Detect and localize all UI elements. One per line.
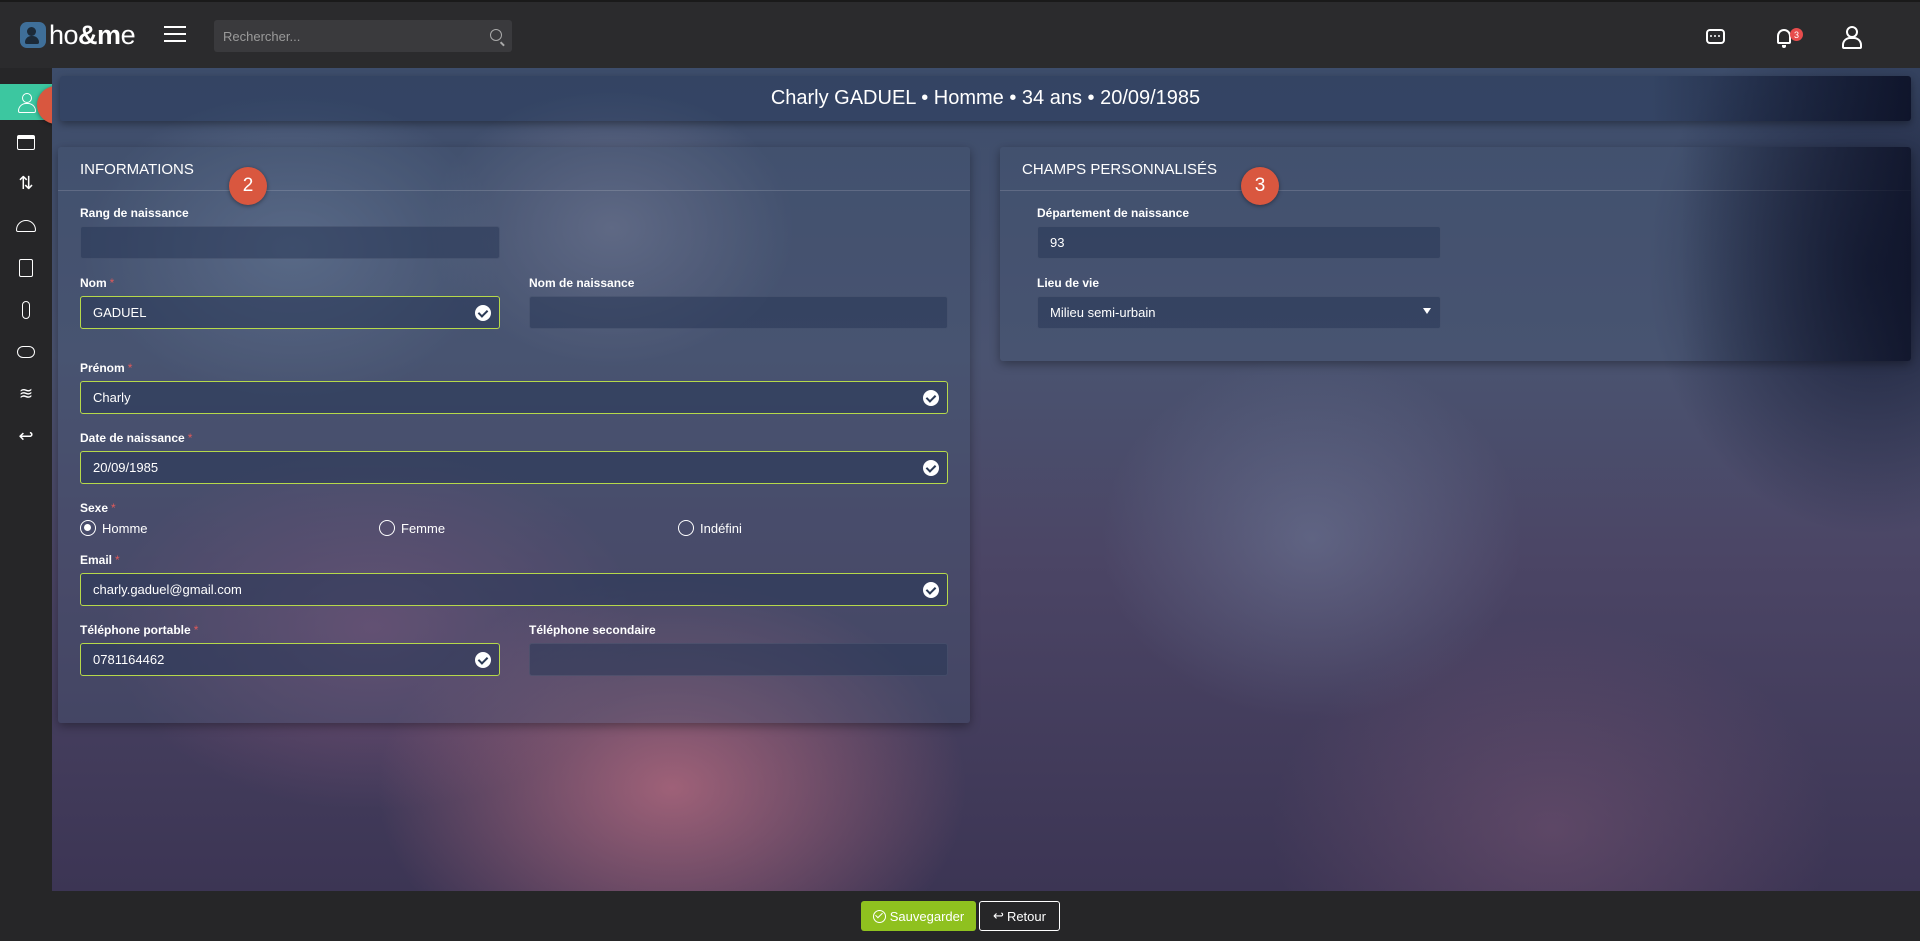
date-naissance-input[interactable]: 20/09/1985 [80,451,948,484]
step-marker-3: 3 [1241,167,1279,205]
sidebar-item-clipboard[interactable] [0,250,52,286]
lieu-label: Lieu de vie [1037,276,1100,290]
back-arrow-icon: ↩ [18,425,34,447]
date-label: Date de naissance * [80,431,193,445]
page-title: Charly GADUEL • Homme • 34 ans • 20/09/1… [770,87,1201,109]
search-box [214,20,512,52]
logo-mark-icon [20,22,46,48]
sidebar: ⇅ ≋ ↩ [0,68,52,941]
nom-input[interactable]: GADUEL [80,296,500,329]
prenom-input[interactable]: Charly [80,381,948,414]
informations-panel: INFORMATIONS 2 Rang de naissance Nom * GA… [58,147,970,723]
panel-title: INFORMATIONS [80,161,194,178]
main-content: Charly GADUEL • Homme • 34 ans • 20/09/1… [52,68,1920,891]
chevron-down-icon [1423,308,1431,314]
sidebar-item-dashboard[interactable] [0,208,52,244]
lieu-de-vie-select[interactable]: Milieu semi-urbain [1037,296,1441,329]
paperclip-icon [22,301,30,319]
email-label: Email * [80,553,120,567]
back-button[interactable]: ↩ Retour [979,901,1060,931]
email-input[interactable]: charly.gaduel@gmail.com [80,573,948,606]
check-icon [923,582,939,598]
save-button[interactable]: Sauvegarder [861,901,976,931]
nom-naissance-input[interactable] [529,296,948,329]
bottom-action-bar: Sauvegarder ↩ Retour [52,891,1920,941]
check-icon [475,652,491,668]
departement-label: Département de naissance [1037,206,1190,220]
sidebar-item-back[interactable]: ↩ [0,418,52,454]
chat-icon[interactable] [1703,24,1727,48]
sidebar-item-calendar[interactable] [0,124,52,160]
radio-checked-icon [80,520,96,536]
coins-icon [17,346,35,358]
nom-label: Nom * [80,276,115,290]
back-arrow-icon: ↩ [993,908,1004,924]
radio-homme[interactable]: Homme [80,520,148,536]
check-icon [475,305,491,321]
check-icon [923,460,939,476]
sort-icon: ⇅ [18,173,34,194]
departement-input[interactable]: 93 [1037,226,1441,259]
sexe-label: Sexe * [80,501,116,515]
custom-fields-panel: CHAMPS PERSONNALISÉS 3 Département de na… [1000,147,1911,361]
search-input[interactable] [214,20,464,52]
logo-text: ho&me [49,19,136,50]
user-account-icon[interactable] [1838,24,1862,49]
sidebar-item-feed[interactable]: ≋ [0,376,52,412]
sidebar-item-finance[interactable] [0,334,52,370]
gauge-icon [16,220,36,232]
tel-portable-input[interactable]: 0781164462 [80,643,500,676]
radio-icon [379,520,395,536]
feed-icon: ≋ [18,384,34,404]
check-circle-icon [872,909,886,923]
notification-badge: 3 [1790,28,1803,41]
nom-naissance-label: Nom de naissance [529,276,635,290]
sidebar-item-sort[interactable]: ⇅ [0,166,52,202]
app-logo[interactable]: ho&me [20,19,136,50]
tel-label: Téléphone portable * [80,623,199,637]
menu-toggle-icon[interactable] [164,26,186,42]
check-icon [923,390,939,406]
rang-label: Rang de naissance [80,206,189,220]
prenom-label: Prénom * [80,361,133,375]
rang-naissance-input[interactable] [80,226,500,259]
top-bar: ho&me 3 [0,0,1920,68]
panel-title: CHAMPS PERSONNALISÉS [1022,161,1218,178]
clipboard-icon [19,259,33,277]
radio-indefini[interactable]: Indéfini [678,520,742,536]
radio-femme[interactable]: Femme [379,520,445,536]
radio-icon [678,520,694,536]
step-marker-2: 2 [229,167,267,205]
patient-header: Charly GADUEL • Homme • 34 ans • 20/09/1… [60,76,1911,121]
person-icon [18,93,36,113]
sidebar-item-attachments[interactable] [0,292,52,328]
tel-secondaire-input[interactable] [529,643,948,676]
tel2-label: Téléphone secondaire [529,623,656,637]
calendar-icon [17,134,35,150]
search-icon[interactable] [490,29,502,41]
